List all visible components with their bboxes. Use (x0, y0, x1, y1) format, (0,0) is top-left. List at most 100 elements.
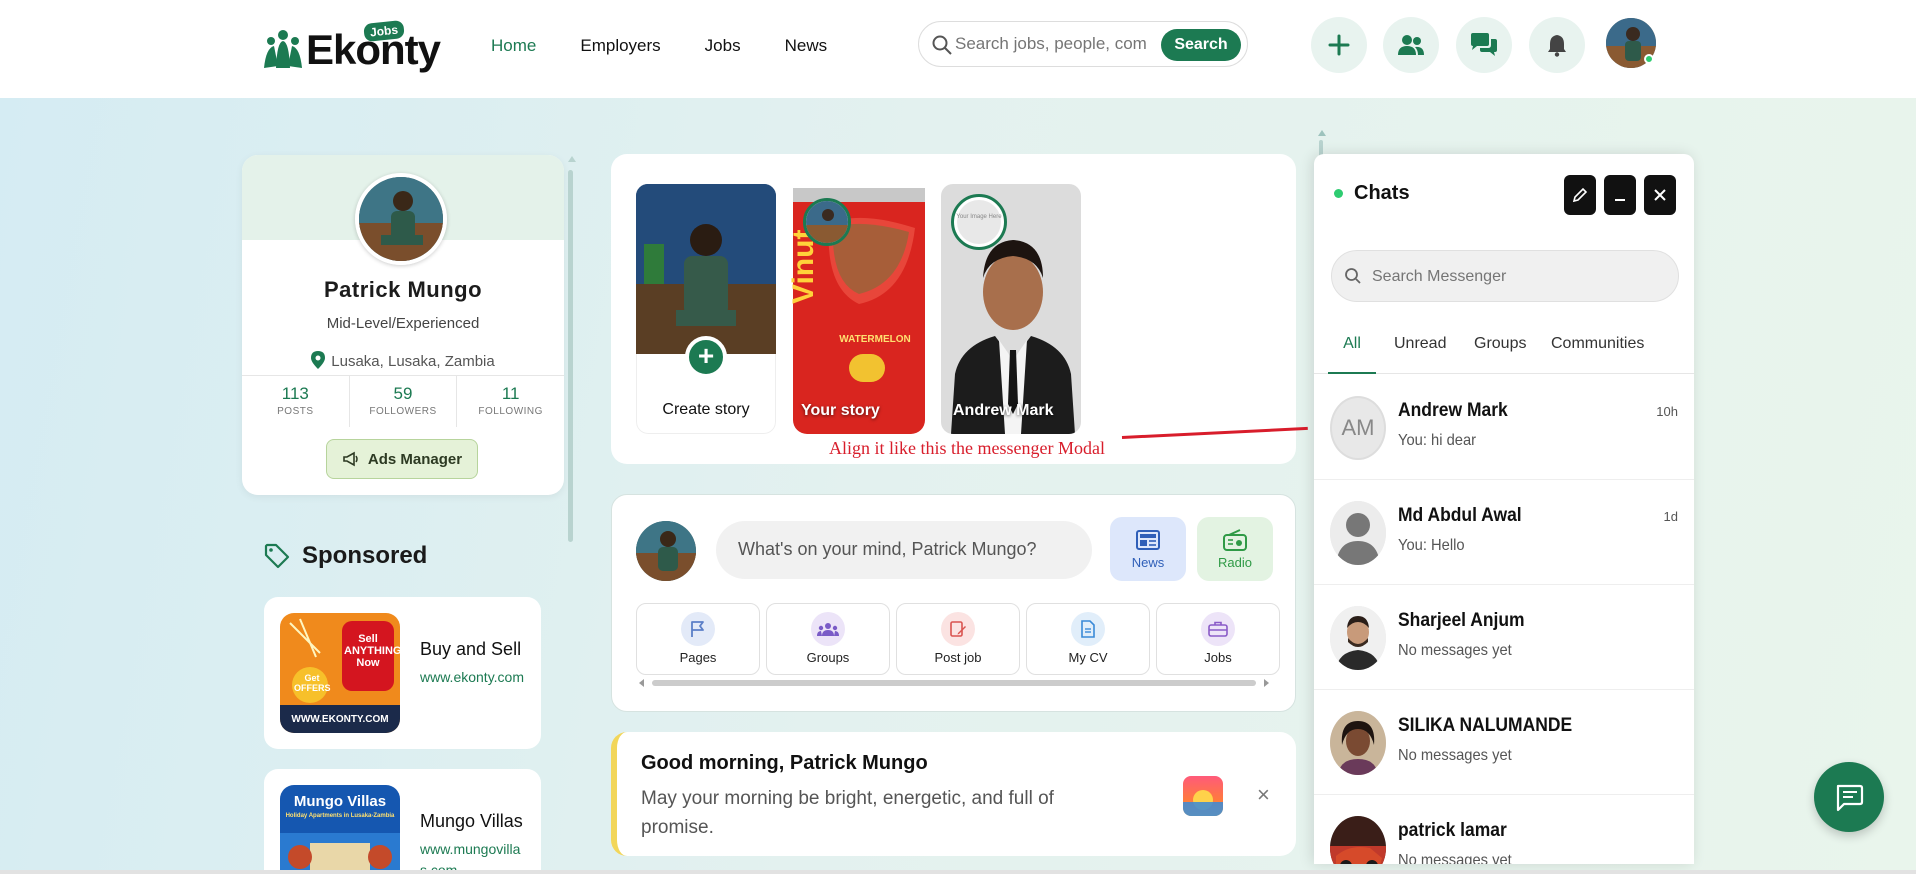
chat-name: SILIKA NALUMANDE (1398, 715, 1573, 736)
greeting-close-button[interactable]: × (1257, 782, 1270, 808)
right-scroll-up-arrow[interactable] (1318, 130, 1326, 136)
composer-avatar[interactable] (636, 521, 696, 581)
chat-name: Andrew Mark (1398, 400, 1508, 421)
chat-avatar-initials: AM (1330, 396, 1386, 460)
stat-followers[interactable]: 59 FOLLOWERS (350, 376, 458, 427)
notifications-button[interactable] (1529, 17, 1585, 73)
compose-message-button[interactable] (1564, 175, 1596, 215)
logo[interactable]: Ekonty Jobs (260, 19, 441, 78)
quick-action-my-cv[interactable]: My CV (1026, 603, 1150, 675)
nav-jobs[interactable]: Jobs (705, 36, 741, 56)
andrew-mark-story-avatar: Your Image Here (951, 194, 1007, 250)
sharjeel-avatar-photo (1330, 606, 1386, 670)
minimize-icon (1615, 199, 1625, 201)
chat-conversation[interactable]: Sharjeel Anjum No messages yet (1314, 586, 1694, 690)
chat-conversation[interactable]: Md Abdul Awal You: Hello 1d (1314, 481, 1694, 585)
profile-avatar[interactable] (355, 173, 447, 265)
open-messenger-fab[interactable] (1814, 762, 1884, 832)
minimize-chat-button[interactable] (1604, 175, 1636, 215)
add-story-button[interactable]: + (685, 336, 727, 378)
left-scrollbar[interactable] (568, 170, 573, 542)
quick-action-post-job[interactable]: Post job (896, 603, 1020, 675)
story-andrew-mark[interactable]: Your Image Here Andrew Mark (941, 184, 1081, 434)
search-button[interactable]: Search (1161, 29, 1241, 61)
profile-card: Patrick Mungo Mid-Level/Experienced Lusa… (242, 155, 564, 495)
chat-last-message: You: Hello (1398, 537, 1465, 554)
radio-post-button[interactable]: Radio (1197, 517, 1273, 581)
chat-conversation[interactable]: patrick lamar No messages yet (1314, 796, 1694, 864)
tab-communities[interactable]: Communities (1551, 316, 1644, 374)
stat-following-label: FOLLOWING (478, 406, 543, 417)
scroll-left-arrow-icon (639, 679, 644, 687)
news-post-label: News (1131, 555, 1165, 570)
sponsored-item-title: Buy and Sell (420, 639, 522, 659)
can-flavour-text: WATERMELON (839, 334, 911, 345)
sponsored-item-url[interactable]: www.ekonty.com (420, 667, 528, 688)
your-story-avatar-photo (806, 201, 848, 243)
profile-level: Mid-Level/Experienced (326, 315, 480, 332)
chat-avatar-default (1330, 501, 1386, 565)
composer-avatar-photo (636, 521, 696, 581)
tab-groups[interactable]: Groups (1474, 316, 1526, 374)
tab-all[interactable]: All (1328, 316, 1376, 374)
create-story-image (636, 184, 776, 354)
nav-home[interactable]: Home (491, 36, 536, 56)
search-icon (932, 35, 952, 55)
chat-filter-tabs: All Unread Groups Communities (1314, 316, 1694, 374)
messenger-search-input[interactable] (1372, 265, 1652, 289)
ad-villas-sub-text: Holiday Apartments in Lusaka-Zambia (285, 813, 395, 819)
news-post-button[interactable]: News (1110, 517, 1186, 581)
stat-following-value: 11 (501, 384, 520, 403)
sponsored-item-title: Mungo Villas (420, 811, 523, 831)
quick-actions-scrollbar[interactable] (638, 679, 1270, 687)
sponsored-item[interactable]: Mungo Villas Holiday Apartments in Lusak… (264, 769, 541, 874)
your-story-avatar (803, 198, 851, 246)
composer-input[interactable]: What's on your mind, Patrick Mungo? (716, 521, 1092, 579)
online-status-dot (1644, 54, 1654, 64)
close-chat-button[interactable] (1644, 175, 1676, 215)
sponsored-item-url[interactable]: www.mungovillas.com (420, 839, 528, 873)
chat-conversation[interactable]: SILIKA NALUMANDE No messages yet (1314, 691, 1694, 795)
quick-actions: Pages Groups Post job My CV Jobs (636, 603, 1280, 675)
quick-action-groups[interactable]: Groups (766, 603, 890, 675)
stat-following[interactable]: 11 FOLLOWING (457, 376, 564, 427)
tag-icon (264, 543, 290, 569)
create-button[interactable] (1311, 17, 1367, 73)
chat-conversation[interactable]: AM Andrew Mark You: hi dear 10h (1314, 376, 1694, 480)
create-story[interactable]: + Create story (636, 184, 776, 434)
quick-action-jobs[interactable]: Jobs (1156, 603, 1280, 675)
stat-posts[interactable]: 113 POSTS (242, 376, 350, 427)
story-your-story[interactable]: Vinut WATERMELON Your story (789, 184, 929, 434)
profile-name[interactable]: Patrick Mungo (242, 277, 564, 303)
profile-location: Lusaka, Lusaka, Zambia (242, 351, 564, 370)
bottom-edge (0, 870, 1916, 874)
nav-employers[interactable]: Employers (580, 36, 660, 56)
left-scroll-up-arrow[interactable] (568, 156, 576, 162)
sponsored-heading: Sponsored (264, 542, 427, 570)
flag-icon (681, 612, 715, 646)
tab-unread[interactable]: Unread (1394, 316, 1446, 374)
connections-button[interactable] (1383, 17, 1439, 73)
annotation-text: Align it like this the messenger Modal (829, 438, 1105, 458)
pencil-icon (1572, 187, 1588, 203)
messages-button[interactable] (1456, 17, 1512, 73)
post-composer: What's on your mind, Patrick Mungo? News… (611, 494, 1296, 712)
groups-icon (811, 612, 845, 646)
quick-action-post-job-label: Post job (934, 650, 982, 665)
chat-online-dot (1334, 189, 1343, 198)
nav-news[interactable]: News (785, 36, 828, 56)
sunrise-icon (1183, 776, 1223, 816)
profile-location-text: Lusaka, Lusaka, Zambia (331, 353, 495, 370)
chat-name: patrick lamar (1398, 820, 1507, 841)
chat-icon (1471, 33, 1497, 56)
scrollbar-track[interactable] (652, 680, 1256, 686)
ads-manager-button[interactable]: Ads Manager (326, 439, 478, 479)
quick-action-pages[interactable]: Pages (636, 603, 760, 675)
news-icon (1136, 530, 1160, 550)
top-header: Ekonty Jobs Home Employers Jobs News Sea… (0, 0, 1916, 98)
greeting-title: Good morning, Patrick Mungo (641, 752, 928, 774)
search-input[interactable] (955, 31, 1155, 57)
chat-avatar-photo (1330, 606, 1386, 670)
chat-avatar-photo (1330, 816, 1386, 864)
sponsored-item[interactable]: Get OFFERS Sell ANYTHING Now WWW.EKONTY.… (264, 597, 541, 749)
